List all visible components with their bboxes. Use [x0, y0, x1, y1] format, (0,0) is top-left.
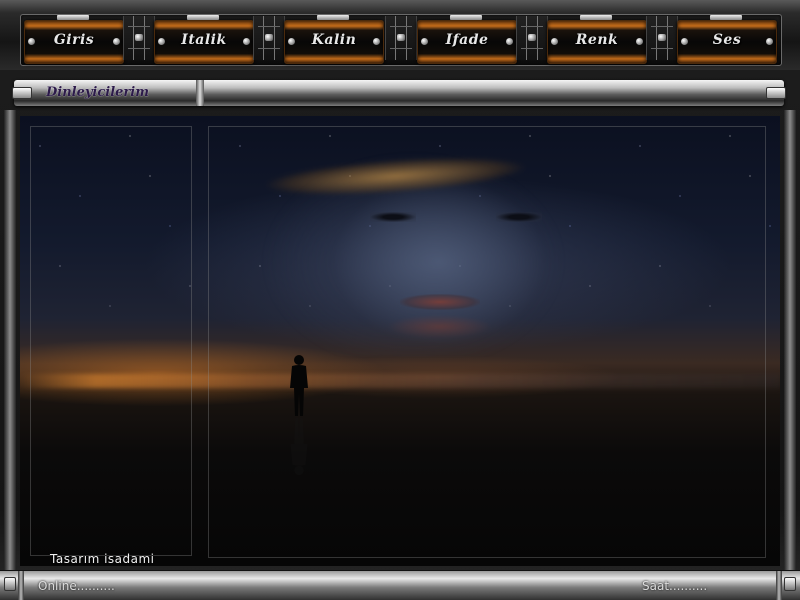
nav-button-renk[interactable]: Renk [547, 15, 647, 64]
status-bar: Online.......... Saat.......... [0, 570, 800, 600]
nav-button-ses[interactable]: Ses [677, 15, 777, 64]
clock: Saat.......... [642, 579, 708, 593]
main-panel: Tasarım isadami [20, 116, 780, 566]
title-bar: Dinleyicilerim [12, 80, 786, 106]
nav-button-label: Giris [53, 32, 95, 48]
divider [196, 80, 204, 106]
left-rail [4, 110, 16, 570]
chain-connector-icon [646, 16, 678, 60]
divider [18, 571, 24, 600]
nav-button-giris[interactable]: Giris [24, 15, 124, 64]
nav-button-label: Italik [181, 32, 227, 48]
chat-window: Giris Italik Kalin Ifade Renk Ses Dinley… [0, 0, 800, 600]
bar-end-cap-icon [4, 577, 16, 591]
nav-button-label: Kalin [311, 32, 357, 48]
design-credit: Tasarım isadami [50, 552, 155, 566]
nav-button-label: Ses [712, 32, 742, 48]
chain-connector-icon [385, 16, 417, 60]
nav-button-kalin[interactable]: Kalin [284, 15, 384, 64]
nav-button-tab [580, 15, 612, 20]
nav-button-label: Renk [575, 32, 619, 48]
nav-button-label: Ifade [445, 32, 489, 48]
nav-button-ifade[interactable]: Ifade [417, 15, 517, 64]
nav-button-italik[interactable]: Italik [154, 15, 254, 64]
bar-end-cap-icon [12, 87, 32, 99]
right-rail [784, 110, 796, 570]
bar-end-cap-icon [766, 87, 786, 99]
top-nav: Giris Italik Kalin Ifade Renk Ses [0, 0, 800, 70]
nav-button-tab [317, 15, 349, 20]
nav-button-tab [450, 15, 482, 20]
chat-area[interactable] [208, 126, 766, 558]
listeners-panel[interactable] [30, 126, 192, 556]
divider [776, 571, 782, 600]
nav-button-tab [57, 15, 89, 20]
nav-button-tab [187, 15, 219, 20]
chain-connector-icon [253, 16, 285, 60]
bar-end-cap-icon [784, 577, 796, 591]
panel-title: Dinleyicilerim [46, 85, 149, 100]
chain-connector-icon [516, 16, 548, 60]
online-count: Online.......... [38, 579, 115, 593]
chain-connector-icon [123, 16, 155, 60]
nav-button-tab [710, 15, 742, 20]
